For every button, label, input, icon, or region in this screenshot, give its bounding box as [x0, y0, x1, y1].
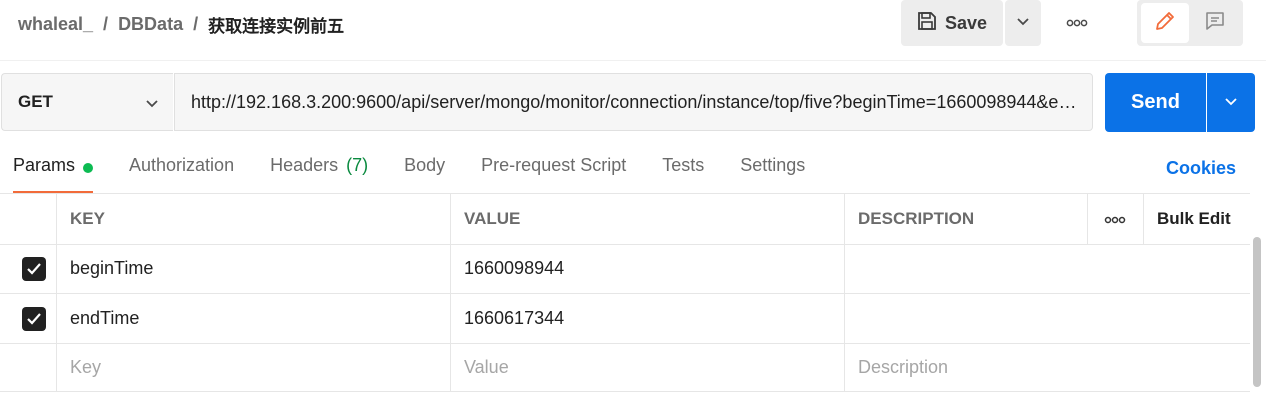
checkbox-checked-icon	[22, 256, 46, 281]
headers-count-badge: (7)	[346, 155, 369, 175]
checkbox-checked-icon	[22, 306, 46, 331]
key-placeholder: Key	[70, 357, 102, 377]
tab-settings[interactable]: Settings	[740, 155, 805, 193]
cookies-link[interactable]: Cookies	[1166, 158, 1236, 179]
more-icon	[1104, 209, 1126, 229]
save-label: Save	[944, 12, 988, 33]
table-options-button[interactable]	[1087, 194, 1143, 244]
send-options-button[interactable]	[1207, 73, 1255, 132]
param-key-cell[interactable]: beginTime	[56, 244, 450, 293]
description-placeholder: Description	[858, 357, 949, 377]
tab-body-label: Body	[404, 155, 446, 175]
save-icon	[917, 11, 937, 36]
breadcrumb-workspace[interactable]: whaleal_	[18, 14, 93, 35]
column-header-key: KEY	[56, 194, 450, 244]
pencil-icon	[1154, 10, 1176, 37]
save-options-button[interactable]	[1005, 0, 1041, 46]
value-placeholder: Value	[464, 357, 509, 377]
column-header-description: DESCRIPTION	[844, 194, 1087, 244]
param-description-cell[interactable]	[844, 294, 1250, 343]
row-checkbox[interactable]	[0, 244, 56, 293]
tab-headers-label: Headers	[270, 155, 339, 175]
tab-params[interactable]: Params	[13, 155, 94, 193]
new-value-input[interactable]: Value	[450, 344, 844, 391]
tab-params-label: Params	[13, 155, 76, 175]
table-row: endTime 1660617344	[0, 294, 1250, 344]
table-row-new: Key Value Description	[0, 344, 1250, 392]
new-key-input[interactable]: Key	[56, 344, 450, 391]
tab-tests-label: Tests	[662, 155, 705, 175]
method-label: GET	[18, 92, 53, 111]
tab-settings-label: Settings	[740, 155, 806, 175]
request-tabs: Params Authorization Headers (7) Body Pr…	[13, 155, 841, 193]
breadcrumb: whaleal_ / DBData / 获取连接实例前五	[18, 12, 344, 37]
more-icon	[1066, 14, 1088, 32]
request-name[interactable]: 获取连接实例前五	[208, 12, 344, 37]
table-row: beginTime 1660098944	[0, 244, 1250, 294]
new-description-input[interactable]: Description	[844, 344, 1250, 391]
param-key-cell[interactable]: endTime	[56, 294, 450, 343]
tab-authorization[interactable]: Authorization	[129, 155, 234, 193]
row-checkbox[interactable]	[0, 294, 56, 343]
scrollbar-thumb[interactable]	[1253, 237, 1261, 387]
method-select[interactable]: GET	[1, 73, 173, 131]
edit-mode-button[interactable]	[1141, 3, 1189, 43]
chevron-down-icon	[145, 94, 159, 114]
param-value-cell[interactable]: 1660617344	[450, 294, 844, 343]
tab-headers[interactable]: Headers (7)	[270, 155, 368, 193]
breadcrumb-collection[interactable]: DBData	[118, 14, 183, 35]
breadcrumb-separator: /	[103, 14, 109, 34]
chevron-down-icon	[1224, 94, 1238, 112]
params-active-dot	[83, 163, 94, 173]
header-divider	[0, 60, 1266, 61]
tab-prerequest-label: Pre-request Script	[481, 155, 627, 175]
table-header-row: KEY VALUE DESCRIPTION Bulk Edit	[0, 193, 1250, 245]
url-input[interactable]	[191, 91, 1082, 113]
param-description-cell[interactable]	[844, 244, 1250, 293]
bulk-edit-button[interactable]: Bulk Edit	[1143, 194, 1250, 244]
chevron-down-icon	[1016, 14, 1030, 32]
breadcrumb-separator: /	[193, 14, 199, 34]
comments-button[interactable]	[1192, 3, 1238, 43]
tab-tests[interactable]: Tests	[662, 155, 704, 193]
send-button[interactable]: Send	[1105, 73, 1206, 132]
tab-prerequest-script[interactable]: Pre-request Script	[481, 155, 626, 193]
more-actions-button[interactable]	[1060, 12, 1094, 34]
column-header-value: VALUE	[450, 194, 844, 244]
save-button[interactable]: Save	[901, 0, 1003, 46]
param-value-cell[interactable]: 1660098944	[450, 244, 844, 293]
tab-body[interactable]: Body	[404, 155, 445, 193]
tab-authorization-label: Authorization	[129, 155, 235, 175]
comment-icon	[1204, 10, 1226, 37]
url-field	[174, 73, 1093, 131]
